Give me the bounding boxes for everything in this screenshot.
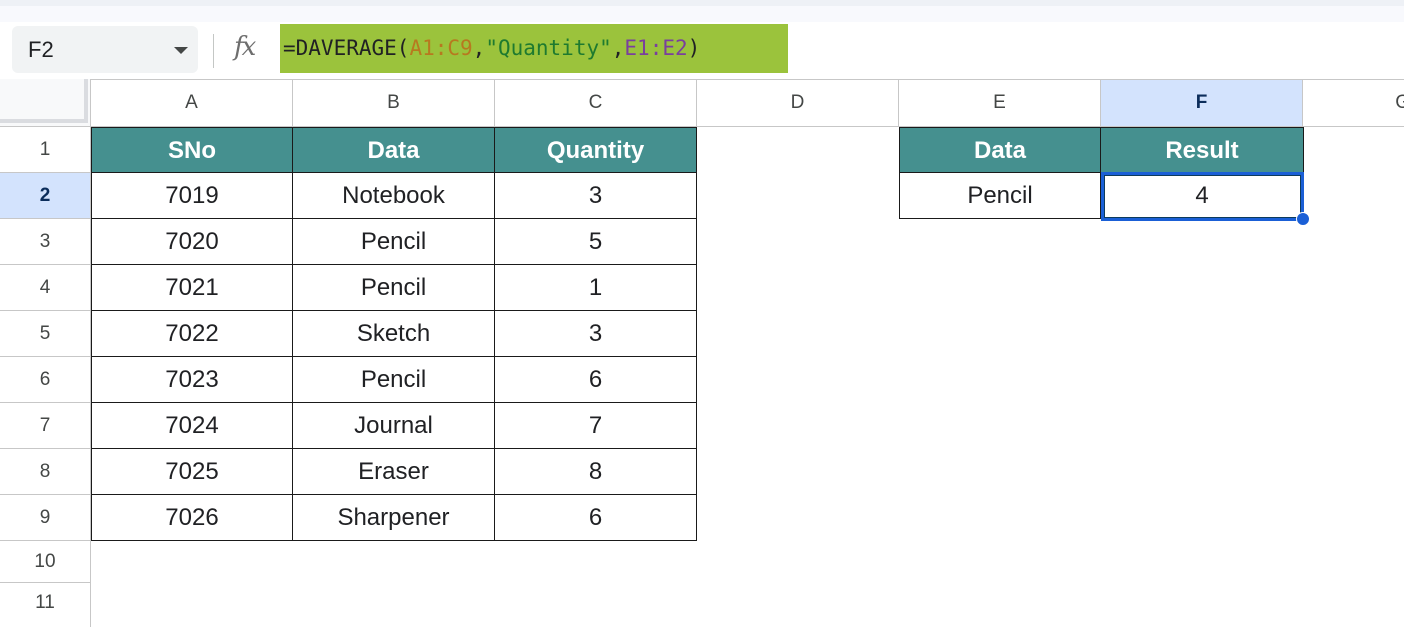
row-header-6[interactable]: 6 [0, 357, 91, 403]
fill-handle[interactable] [1296, 212, 1310, 226]
select-all-corner[interactable] [0, 79, 91, 127]
table-cell[interactable]: 7026 [91, 495, 293, 541]
column-header-b[interactable]: B [293, 79, 495, 127]
row-header-10[interactable]: 10 [0, 541, 91, 583]
table-cell[interactable]: Pencil [293, 357, 495, 403]
table-cell[interactable]: 7024 [91, 403, 293, 449]
table-cell[interactable]: 7019 [91, 173, 293, 219]
criteria-header-result[interactable]: Result [1101, 127, 1304, 173]
table-cell[interactable]: 7023 [91, 357, 293, 403]
table-cell[interactable]: 3 [495, 311, 697, 357]
table-cell[interactable]: 6 [495, 357, 697, 403]
formula-range-database: A1:C9 [409, 36, 473, 60]
table-cell[interactable]: 7021 [91, 265, 293, 311]
table-cell[interactable]: Journal [293, 403, 495, 449]
column-header-d[interactable]: D [697, 79, 899, 127]
top-strip [0, 0, 1404, 22]
table-cell[interactable]: 3 [495, 173, 697, 219]
column-header-e[interactable]: E [899, 79, 1101, 127]
table-cell[interactable]: Notebook [293, 173, 495, 219]
fx-icon: fx [234, 32, 256, 62]
column-header-c[interactable]: C [495, 79, 697, 127]
formula-comma: , [472, 36, 486, 60]
table-cell[interactable]: 8 [495, 449, 697, 495]
table-header-data[interactable]: Data [293, 127, 495, 173]
table-cell[interactable]: 7 [495, 403, 697, 449]
active-cell-selection [1101, 172, 1304, 221]
row-header-9[interactable]: 9 [0, 495, 91, 541]
corner-triangle [0, 79, 88, 123]
column-header-a[interactable]: A [91, 79, 293, 127]
table-header-quantity[interactable]: Quantity [495, 127, 697, 173]
table-cell[interactable]: Pencil [293, 219, 495, 265]
row-header-1[interactable]: 1 [0, 127, 91, 173]
row-header-3[interactable]: 3 [0, 219, 91, 265]
table-cell[interactable]: 7022 [91, 311, 293, 357]
row-header-11[interactable]: 11 [0, 583, 91, 627]
formula-function: =DAVERAGE( [283, 36, 410, 60]
column-header-g-label: G [1395, 92, 1404, 113]
criteria-value-cell[interactable]: Pencil [899, 173, 1101, 219]
table-cell[interactable]: 6 [495, 495, 697, 541]
name-box-value: F2 [28, 37, 54, 62]
column-header-f[interactable]: F [1101, 79, 1303, 127]
table-cell[interactable]: Pencil [293, 265, 495, 311]
formula-separator [213, 34, 214, 68]
row-header-5[interactable]: 5 [0, 311, 91, 357]
table-cell[interactable]: Sharpener [293, 495, 495, 541]
formula-comma: , [611, 36, 625, 60]
name-box[interactable]: F2 [12, 26, 198, 73]
table-header-sno[interactable]: SNo [91, 127, 293, 173]
formula-range-criteria: E1:E2 [624, 36, 688, 60]
table-cell[interactable]: 5 [495, 219, 697, 265]
chevron-down-icon[interactable] [174, 47, 188, 54]
top-edge [0, 0, 1404, 6]
table-cell[interactable]: 7025 [91, 449, 293, 495]
formula-field: "Quantity" [485, 36, 612, 60]
column-header-g[interactable]: G [1303, 79, 1404, 127]
row-header-7[interactable]: 7 [0, 403, 91, 449]
formula-close-paren: ) [687, 36, 701, 60]
formula-input[interactable]: =DAVERAGE(A1:C9,"Quantity",E1:E2) [280, 24, 788, 73]
table-cell[interactable]: 1 [495, 265, 697, 311]
row-header-2[interactable]: 2 [0, 173, 91, 219]
table-cell[interactable]: 7020 [91, 219, 293, 265]
row-header-4[interactable]: 4 [0, 265, 91, 311]
row-header-8[interactable]: 8 [0, 449, 91, 495]
table-cell[interactable]: Eraser [293, 449, 495, 495]
criteria-header-data[interactable]: Data [899, 127, 1101, 173]
table-cell[interactable]: Sketch [293, 311, 495, 357]
